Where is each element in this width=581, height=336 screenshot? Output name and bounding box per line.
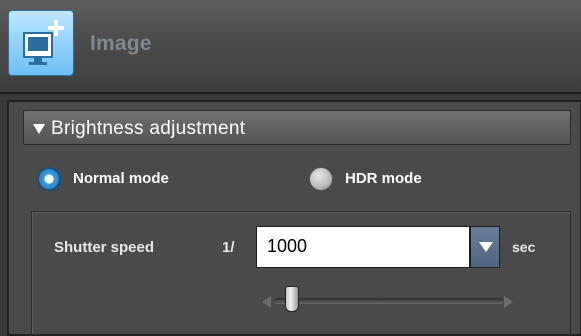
- image-add-icon[interactable]: [8, 10, 74, 76]
- shutter-speed-slider-track[interactable]: [274, 298, 504, 304]
- normal-mode-label[interactable]: Normal mode: [73, 170, 169, 187]
- hdr-mode-radio[interactable]: [309, 167, 333, 191]
- hdr-mode-label[interactable]: HDR mode: [345, 170, 422, 187]
- brightness-section-header[interactable]: Brightness adjustment: [23, 110, 571, 145]
- shutter-speed-slider-thumb[interactable]: [285, 286, 299, 312]
- page-title: Image: [90, 32, 152, 55]
- slider-right-arrow-icon[interactable]: [504, 296, 513, 308]
- collapse-arrow-icon[interactable]: [33, 124, 45, 134]
- shutter-speed-unit: sec: [512, 239, 536, 255]
- settings-panel: Brightness adjustment Normal mode HDR mo…: [7, 100, 581, 336]
- normal-mode-radio[interactable]: [37, 167, 61, 191]
- header-bar: Image: [0, 0, 581, 94]
- hdr-mode-option[interactable]: HDR mode: [309, 164, 479, 194]
- slider-left-arrow-icon[interactable]: [262, 296, 271, 308]
- shutter-speed-prefix: 1/: [222, 239, 235, 256]
- shutter-speed-label: Shutter speed: [54, 239, 155, 256]
- chevron-down-icon: [479, 242, 493, 252]
- shutter-speed-group: Shutter speed 1/ 1000 sec: [31, 211, 571, 335]
- normal-mode-option[interactable]: Normal mode: [37, 164, 237, 194]
- shutter-speed-dropdown-button[interactable]: [470, 226, 500, 268]
- section-title: Brightness adjustment: [51, 118, 246, 139]
- shutter-speed-input[interactable]: 1000: [256, 226, 470, 268]
